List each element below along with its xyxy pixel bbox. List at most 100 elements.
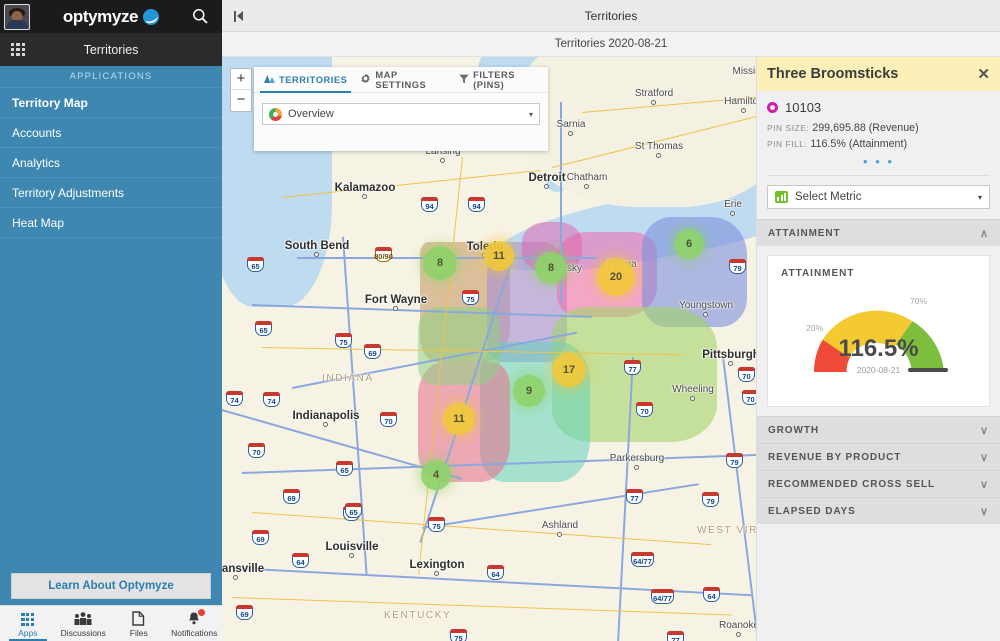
- map-cluster-marker[interactable]: 20: [597, 258, 635, 296]
- bell-icon: [187, 609, 206, 626]
- map-tools-tabs: TERRITORIES MAP SETTINGS FILTERS (PINS): [254, 67, 548, 93]
- layer-select[interactable]: Overview ▾: [262, 103, 540, 125]
- left-sidebar: optymyze Territories APPLICATIONS Territ…: [0, 0, 222, 641]
- highway-shield-icon: 64: [702, 586, 721, 602]
- page-title: Territories: [584, 9, 638, 23]
- map-city-label: Pittsburgh: [702, 349, 756, 361]
- learn-about-optymyze-button[interactable]: Learn About Optymyze: [11, 573, 211, 599]
- more-options-button[interactable]: • • •: [767, 154, 990, 169]
- highway-shield-icon: 69: [282, 488, 301, 504]
- map-cluster-marker[interactable]: 6: [674, 229, 704, 259]
- map-city-label: South Bend: [284, 240, 350, 252]
- map-city-marker: [651, 100, 656, 105]
- map-city-marker: [584, 184, 589, 189]
- highway-shield-icon: 75: [427, 516, 446, 532]
- highway-shield-icon: 69: [235, 604, 254, 620]
- section-recommended-cross-sell[interactable]: RECOMMENDED CROSS SELL ∨: [757, 470, 1000, 497]
- map-state-label: KENTUCKY: [384, 610, 452, 621]
- highway-shield-icon: 75: [449, 628, 468, 641]
- highway-shield-icon: 74: [262, 391, 281, 407]
- highway-shield-icon: 64/77: [630, 551, 655, 567]
- sidebar-item-territory-adjustments[interactable]: Territory Adjustments: [0, 178, 222, 208]
- highway-shield-icon: 79: [725, 452, 744, 468]
- account-id-row: 10103: [767, 100, 990, 115]
- gauge-date: 2020-08-21: [856, 365, 901, 375]
- sidebar-item-analytics[interactable]: Analytics: [0, 148, 222, 178]
- chevron-down-icon: ▾: [528, 109, 533, 119]
- map-city-marker: [703, 312, 708, 317]
- map-city-marker: [730, 211, 735, 216]
- attainment-card: ATTAINMENT 20% 70% 116.5% 2020-08-21: [767, 255, 990, 407]
- highway-shield-icon: 70: [247, 442, 266, 458]
- map-cluster-marker[interactable]: 11: [484, 241, 514, 271]
- map-cluster-marker[interactable]: 4: [421, 460, 451, 490]
- map-city-label: Evansville: [222, 563, 265, 575]
- map-state-label: WEST VIRGINIA: [697, 525, 756, 536]
- highway-shield-icon: 65: [335, 460, 354, 476]
- map-city-label: Lexington: [409, 559, 465, 571]
- highway-shield-icon: 94: [420, 196, 439, 212]
- map-city-marker: [323, 422, 328, 427]
- chevron-down-icon: ▾: [977, 192, 982, 202]
- bottom-nav-label: Files: [129, 628, 148, 638]
- highway-shield-icon: 75: [334, 332, 353, 348]
- search-icon[interactable]: [192, 8, 208, 24]
- map-cluster-marker[interactable]: 8: [423, 246, 457, 280]
- section-elapsed-days[interactable]: ELAPSED DAYS ∨: [757, 497, 1000, 524]
- sidebar-item-label: Accounts: [12, 126, 62, 140]
- pin-fill-value: 116.5% (Attainment): [810, 138, 908, 150]
- attainment-gauge-chart: 20% 70% 116.5% 2020-08-21: [768, 279, 989, 387]
- map-cluster-marker[interactable]: 17: [552, 353, 586, 387]
- close-icon[interactable]: ✕: [977, 67, 990, 82]
- brand-name: optymyze: [62, 6, 139, 26]
- chevron-down-icon: ∨: [980, 478, 989, 491]
- map-cluster-marker[interactable]: 8: [535, 252, 567, 284]
- highway-shield-icon: 79: [701, 491, 720, 507]
- highway-shield-icon: 65: [254, 320, 273, 336]
- apps-grid-icon: [21, 611, 35, 626]
- map-city-marker: [656, 153, 661, 158]
- territories-icon: [264, 74, 275, 86]
- map-city-marker: [557, 532, 562, 537]
- tab-filters-pins[interactable]: FILTERS (PINS): [455, 67, 548, 93]
- map-city-label: Chatham: [566, 172, 608, 183]
- highway-shield-icon: 70: [635, 401, 654, 417]
- map-city-label: Mississauga: [732, 66, 756, 77]
- bottom-nav-apps[interactable]: Apps: [0, 606, 56, 641]
- filter-icon: [459, 74, 469, 86]
- map-cluster-marker[interactable]: 9: [513, 375, 545, 407]
- bottom-nav-discussions[interactable]: Discussions: [56, 606, 112, 641]
- sidebar-item-accounts[interactable]: Accounts: [0, 118, 222, 148]
- map-cluster-marker[interactable]: 11: [443, 403, 475, 435]
- detail-panel-header: Three Broomsticks ✕: [757, 57, 1000, 91]
- sidebar-item-territory-map[interactable]: Territory Map: [0, 88, 222, 118]
- map-city-marker: [233, 575, 238, 580]
- tab-map-settings[interactable]: MAP SETTINGS: [356, 67, 450, 93]
- top-header-bar: Territories: [222, 0, 1000, 32]
- highway-shield-icon: 70: [741, 389, 756, 405]
- zoom-in-button[interactable]: +: [231, 69, 251, 90]
- sidebar-item-label: Heat Map: [12, 216, 65, 230]
- territory-map[interactable]: + − TERRITORIES MAP SETTINGS FILTERS (PI…: [222, 57, 756, 641]
- people-icon: [73, 611, 93, 626]
- select-metric-dropdown[interactable]: Select Metric ▾: [767, 185, 990, 209]
- road-i65: [342, 236, 368, 577]
- zoom-out-button[interactable]: −: [231, 90, 251, 111]
- section-attainment[interactable]: ATTAINMENT ∧: [757, 219, 1000, 246]
- map-city-label: Indianapolis: [292, 410, 360, 422]
- map-city-label: Louisville: [325, 541, 379, 553]
- sidebar-app-bar: Territories: [0, 33, 222, 66]
- territory-green-west[interactable]: [418, 307, 500, 385]
- map-city-marker: [362, 194, 367, 199]
- notification-badge: [198, 609, 206, 616]
- section-growth[interactable]: GROWTH ∨: [757, 416, 1000, 443]
- section-revenue-by-product[interactable]: REVENUE BY PRODUCT ∨: [757, 443, 1000, 470]
- bottom-nav-notifications[interactable]: Notifications: [167, 606, 223, 641]
- sidebar-item-heat-map[interactable]: Heat Map: [0, 208, 222, 238]
- section-label: ELAPSED DAYS: [768, 505, 856, 517]
- tab-territories[interactable]: TERRITORIES: [260, 67, 351, 93]
- map-city-marker: [544, 184, 549, 189]
- bottom-nav-files[interactable]: Files: [111, 606, 167, 641]
- highway-shield-icon: 64: [291, 552, 310, 568]
- map-city-label: Sarnia: [556, 119, 586, 130]
